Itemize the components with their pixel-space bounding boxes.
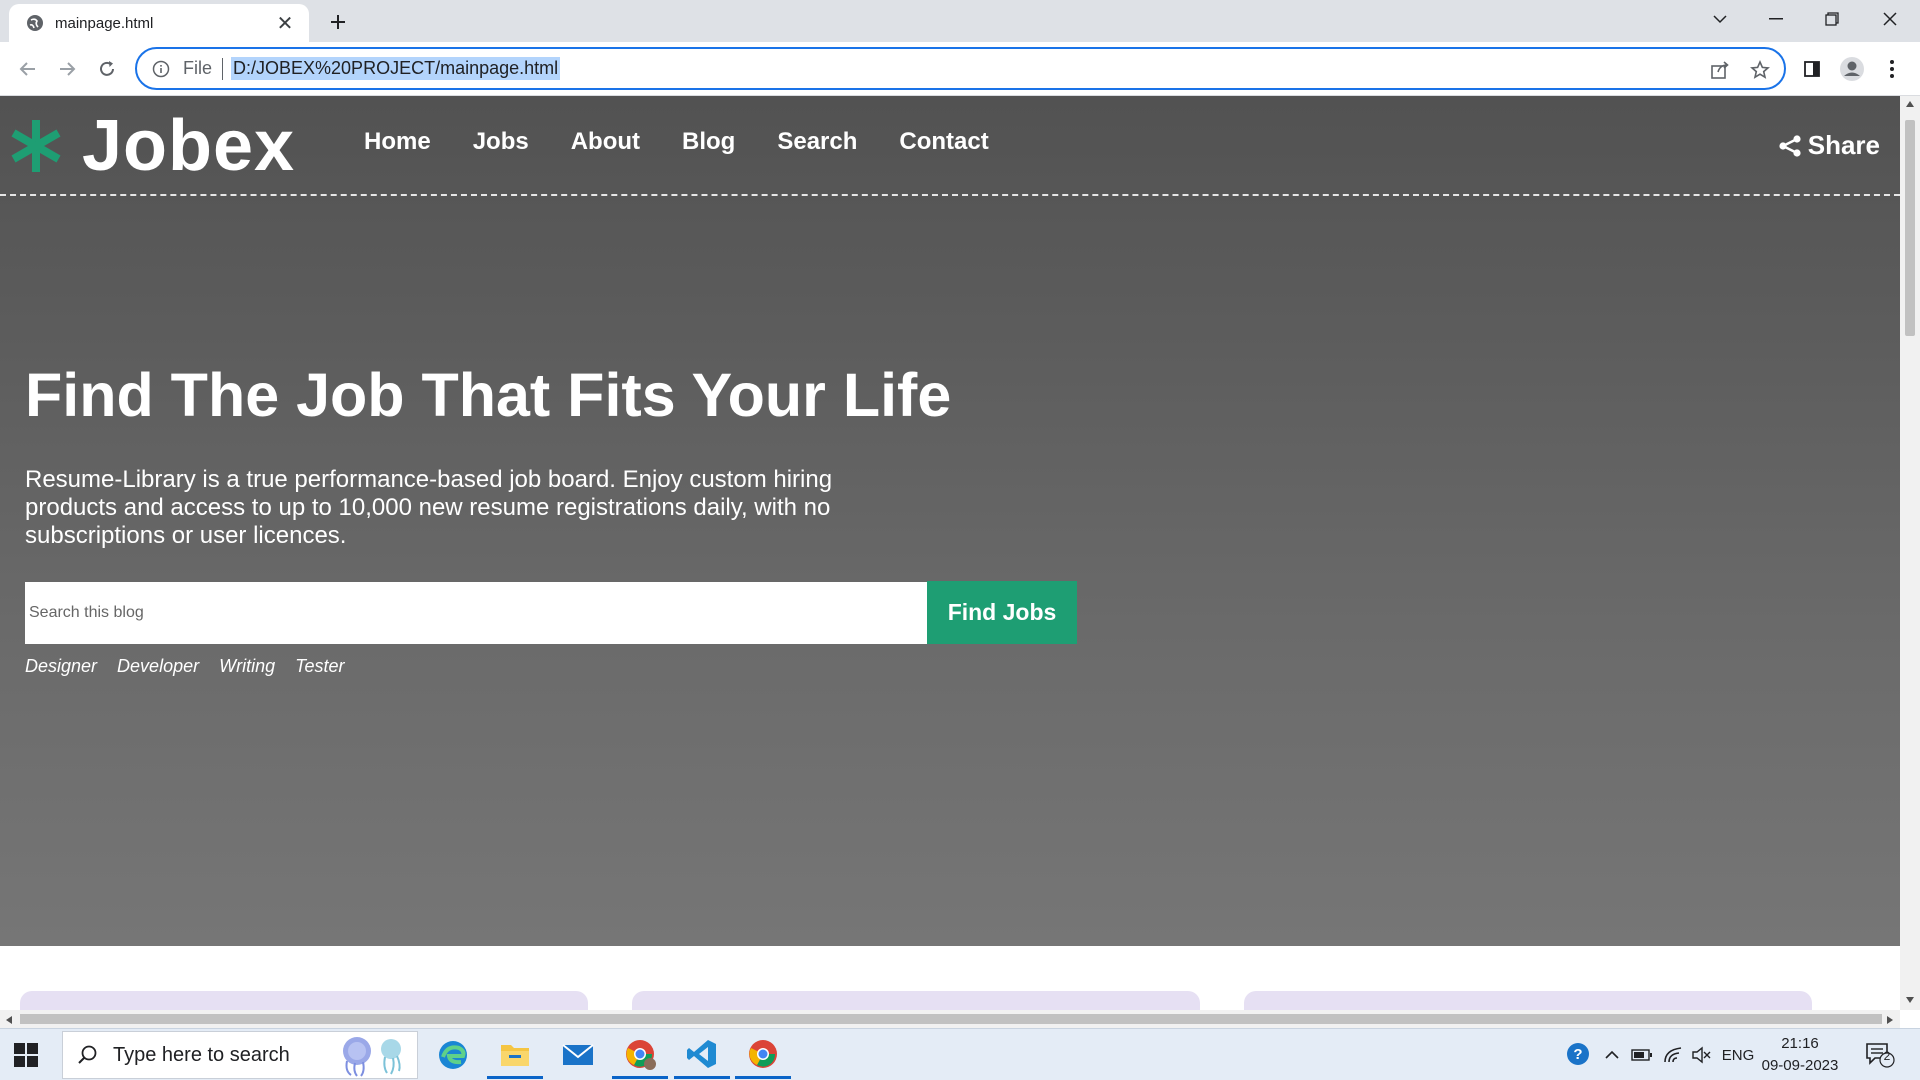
- tab-title: mainpage.html: [55, 14, 154, 32]
- logo-asterisk-icon: [11, 120, 61, 172]
- tag-designer[interactable]: Designer: [25, 656, 97, 677]
- taskbar-edge-icon[interactable]: [425, 1031, 481, 1079]
- reload-icon[interactable]: [91, 53, 123, 85]
- tab-close-icon[interactable]: ✕: [273, 11, 297, 36]
- notification-count-badge: 2: [1883, 1049, 1891, 1063]
- horizontal-scrollbar[interactable]: [0, 1010, 1900, 1028]
- nav-contact[interactable]: Contact: [899, 128, 988, 156]
- notification-center-icon[interactable]: 2: [1862, 1043, 1898, 1068]
- profile-avatar-icon[interactable]: [1836, 53, 1868, 85]
- address-bar[interactable]: File D:/JOBEX%20PROJECT/mainpage.html: [135, 47, 1786, 90]
- browser-menu-icon[interactable]: [1876, 53, 1908, 85]
- horizontal-scroll-thumb[interactable]: [20, 1014, 1882, 1024]
- windows-taskbar: Type here to search ? ENG 21:16 09-09-20…: [0, 1028, 1920, 1080]
- tag-developer[interactable]: Developer: [117, 656, 199, 677]
- taskbar-vscode-icon[interactable]: [674, 1031, 730, 1079]
- site-info-icon[interactable]: [151, 59, 171, 79]
- vertical-scroll-thumb[interactable]: [1905, 120, 1915, 336]
- omnibox-divider: [222, 57, 224, 80]
- nav-search[interactable]: Search: [777, 128, 857, 156]
- hero-section: Jobex Home Jobs About Blog Search Contac…: [0, 96, 1900, 946]
- nav-jobs[interactable]: Jobs: [473, 128, 529, 156]
- share-label: Share: [1807, 130, 1880, 160]
- globe-icon: [25, 13, 45, 33]
- network-icon[interactable]: [1660, 1043, 1686, 1067]
- omnibox-scheme-label: File: [183, 58, 213, 78]
- vertical-scrollbar[interactable]: [1900, 96, 1920, 1010]
- show-hidden-icons-chevron-icon[interactable]: [1600, 1043, 1624, 1067]
- job-search-form: Find Jobs: [25, 581, 1077, 644]
- search-icon: [78, 1045, 97, 1064]
- clock-date: 09-09-2023: [1761, 1057, 1839, 1074]
- taskbar-chrome-profile-icon[interactable]: [612, 1031, 668, 1079]
- share-icon: [1779, 134, 1801, 157]
- side-panel-icon[interactable]: [1796, 53, 1828, 85]
- url-text[interactable]: D:/JOBEX%20PROJECT/mainpage.html: [231, 57, 561, 80]
- hero-description: Resume-Library is a true performance-bas…: [25, 466, 833, 549]
- logo-text: Jobex: [82, 106, 296, 186]
- nav-about[interactable]: About: [571, 128, 640, 156]
- search-highlight-jellyfish-icon: [343, 1037, 401, 1077]
- nav-links: Home Jobs About Blog Search Contact: [364, 128, 1031, 156]
- taskbar-clock[interactable]: 21:16 09-09-2023: [1760, 1033, 1840, 1077]
- scroll-right-arrow-icon[interactable]: [1886, 1015, 1894, 1025]
- browser-tab[interactable]: mainpage.html ✕: [9, 4, 309, 42]
- bookmark-star-icon[interactable]: [1747, 57, 1773, 83]
- share-page-icon[interactable]: [1707, 57, 1733, 83]
- scroll-left-arrow-icon[interactable]: [5, 1015, 13, 1025]
- job-card[interactable]: [632, 991, 1200, 1010]
- tab-search-icon[interactable]: [1692, 0, 1748, 38]
- taskbar-search-placeholder: Type here to search: [113, 1043, 290, 1066]
- forward-arrow-icon[interactable]: [51, 53, 83, 85]
- volume-muted-icon[interactable]: [1688, 1043, 1714, 1067]
- language-indicator[interactable]: ENG: [1720, 1043, 1756, 1067]
- job-search-input[interactable]: [25, 582, 927, 644]
- minimize-button[interactable]: [1748, 0, 1804, 38]
- taskbar-file-explorer-icon[interactable]: [487, 1031, 543, 1079]
- popular-tags: Designer Developer Writing Tester: [25, 656, 364, 677]
- nav-home[interactable]: Home: [364, 128, 431, 156]
- browser-toolbar: File D:/JOBEX%20PROJECT/mainpage.html: [0, 42, 1920, 96]
- site-logo[interactable]: Jobex: [8, 106, 295, 186]
- restore-button[interactable]: [1804, 0, 1860, 38]
- taskbar-search-box[interactable]: Type here to search: [62, 1031, 418, 1079]
- nav-blog[interactable]: Blog: [682, 128, 735, 156]
- scroll-up-arrow-icon[interactable]: [1905, 100, 1915, 108]
- job-card[interactable]: [1244, 991, 1812, 1010]
- battery-icon[interactable]: [1628, 1043, 1656, 1067]
- tag-tester[interactable]: Tester: [295, 656, 344, 677]
- new-tab-button[interactable]: [322, 6, 354, 38]
- taskbar-chrome-icon[interactable]: [735, 1031, 791, 1079]
- share-button[interactable]: Share: [1778, 130, 1880, 161]
- site-navbar: Jobex Home Jobs About Blog Search Contac…: [0, 96, 1900, 196]
- page-viewport: Jobex Home Jobs About Blog Search Contac…: [0, 96, 1900, 1010]
- clock-time: 21:16: [1781, 1035, 1819, 1052]
- tab-strip: mainpage.html ✕: [0, 0, 1920, 42]
- job-card[interactable]: [20, 991, 588, 1010]
- windows-start-icon[interactable]: [12, 1041, 40, 1069]
- taskbar-mail-icon[interactable]: [550, 1031, 606, 1079]
- svg-text:?: ?: [1573, 1046, 1582, 1063]
- hero-title: Find The Job That Fits Your Life: [25, 361, 952, 429]
- close-window-button[interactable]: [1862, 0, 1918, 38]
- back-arrow-icon[interactable]: [12, 53, 44, 85]
- help-icon[interactable]: ?: [1564, 1043, 1594, 1067]
- scroll-down-arrow-icon[interactable]: [1905, 996, 1915, 1004]
- find-jobs-button[interactable]: Find Jobs: [927, 581, 1077, 644]
- tag-writing[interactable]: Writing: [219, 656, 275, 677]
